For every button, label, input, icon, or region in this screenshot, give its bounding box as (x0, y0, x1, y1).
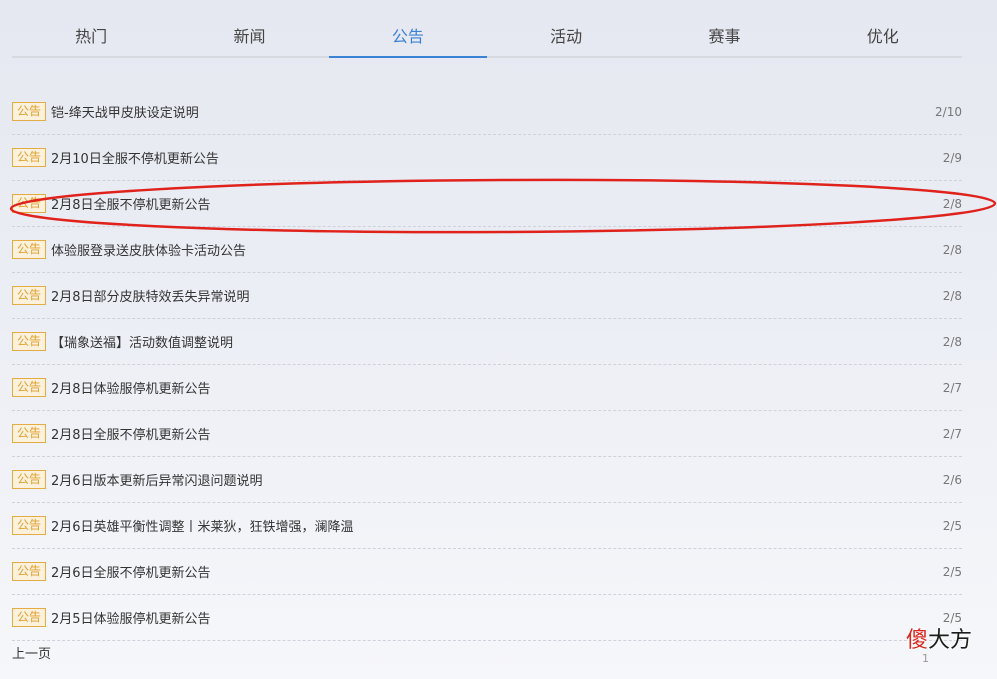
list-item-title[interactable]: 2月8日全服不停机更新公告 (51, 424, 902, 443)
list-item[interactable]: 公告 【瑞象送福】活动数值调整说明 2/8 (12, 319, 962, 365)
list-item-date: 2/8 (942, 334, 962, 349)
list-item-date: 2/7 (942, 380, 962, 395)
announcement-tag: 公告 (12, 240, 46, 259)
list-item[interactable]: 公告 体验服登录送皮肤体验卡活动公告 2/8 (12, 227, 962, 273)
list-item-title[interactable]: 2月10日全服不停机更新公告 (51, 148, 902, 167)
list-item-title[interactable]: 铠-绛天战甲皮肤设定说明 (51, 102, 902, 121)
announcement-tag: 公告 (12, 148, 46, 167)
list-item[interactable]: 公告 2月10日全服不停机更新公告 2/9 (12, 135, 962, 181)
announcement-list: 公告 铠-绛天战甲皮肤设定说明 2/10 公告 2月10日全服不停机更新公告 2… (12, 89, 962, 641)
list-item-title[interactable]: 2月8日部分皮肤特效丢失异常说明 (51, 286, 902, 305)
list-item-title[interactable]: 【瑞象送福】活动数值调整说明 (51, 332, 902, 351)
list-item-date: 2/8 (942, 242, 962, 257)
list-item[interactable]: 公告 2月8日部分皮肤特效丢失异常说明 2/8 (12, 273, 962, 319)
tab-activities[interactable]: 活动 (487, 18, 645, 56)
tab-news[interactable]: 新闻 (170, 18, 328, 56)
list-item[interactable]: 公告 2月8日体验服停机更新公告 2/7 (12, 365, 962, 411)
list-item-title[interactable]: 2月6日英雄平衡性调整丨米莱狄，狂铁增强，澜降温 (51, 516, 902, 535)
list-item-date: 2/5 (942, 610, 962, 625)
list-item-title[interactable]: 2月8日体验服停机更新公告 (51, 378, 902, 397)
watermark-part-2: 大方 (928, 628, 973, 653)
announcement-tag: 公告 (12, 562, 46, 581)
category-tabs: 热门 新闻 公告 活动 赛事 优化 (12, 18, 962, 58)
tab-optimization[interactable]: 优化 (804, 18, 962, 56)
list-item-title[interactable]: 2月6日版本更新后异常闪退问题说明 (51, 470, 902, 489)
list-item[interactable]: 公告 2月5日体验服停机更新公告 2/5 (12, 595, 962, 641)
announcement-tag: 公告 (12, 470, 46, 489)
list-item[interactable]: 公告 2月6日全服不停机更新公告 2/5 (12, 549, 962, 595)
list-item[interactable]: 公告 2月6日英雄平衡性调整丨米莱狄，狂铁增强，澜降温 2/5 (12, 503, 962, 549)
announcement-tag: 公告 (12, 424, 46, 443)
list-item-date: 2/5 (942, 518, 962, 533)
list-item-title[interactable]: 2月6日全服不停机更新公告 (51, 562, 902, 581)
list-item[interactable]: 公告 2月6日版本更新后异常闪退问题说明 2/6 (12, 457, 962, 503)
list-item[interactable]: 公告 2月8日全服不停机更新公告 2/7 (12, 411, 962, 457)
list-item-date: 2/9 (942, 150, 962, 165)
list-item[interactable]: 公告 铠-绛天战甲皮肤设定说明 2/10 (12, 89, 962, 135)
announcement-tag: 公告 (12, 194, 46, 213)
announcement-tag: 公告 (12, 378, 46, 397)
list-item-date: 2/5 (942, 564, 962, 579)
list-item[interactable]: 公告 2月8日全服不停机更新公告 2/8 (12, 181, 962, 227)
watermark-logo: 傻大方 (906, 626, 972, 656)
announcement-tag: 公告 (12, 102, 46, 121)
tab-events[interactable]: 赛事 (645, 18, 803, 56)
announcement-tag: 公告 (12, 286, 46, 305)
previous-page-link[interactable]: 上一页 (12, 643, 51, 662)
list-item-date: 2/8 (942, 196, 962, 211)
announcement-tag: 公告 (12, 516, 46, 535)
tab-hot[interactable]: 热门 (12, 18, 170, 56)
tab-announcements[interactable]: 公告 (328, 18, 488, 58)
announcement-tag: 公告 (12, 332, 46, 351)
list-item-date: 2/8 (942, 288, 962, 303)
list-item-date: 2/7 (942, 426, 962, 441)
list-item-title[interactable]: 体验服登录送皮肤体验卡活动公告 (51, 240, 902, 259)
watermark-part-1: 傻 (906, 628, 929, 653)
list-item-title[interactable]: 2月8日全服不停机更新公告 (51, 194, 902, 213)
list-item-title[interactable]: 2月5日体验服停机更新公告 (51, 608, 902, 627)
list-item-date: 2/6 (942, 472, 962, 487)
announcement-tag: 公告 (12, 608, 46, 627)
list-item-date: 2/10 (935, 104, 962, 119)
